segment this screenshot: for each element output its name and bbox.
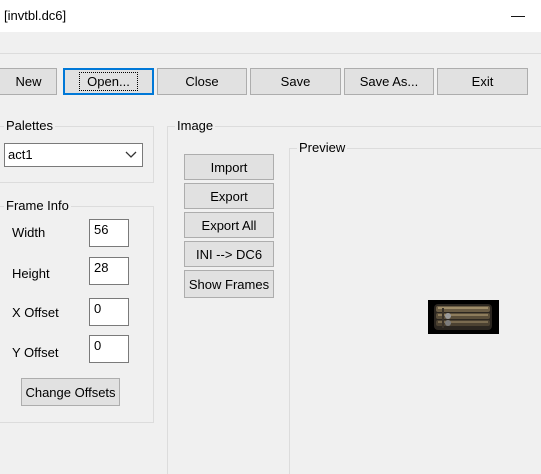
title-bar: [invtbl.dc6] — xyxy=(0,0,541,32)
save-button-label: Save xyxy=(280,74,311,89)
x-offset-field[interactable]: 0 xyxy=(89,298,129,326)
export-all-button-label: Export All xyxy=(201,217,257,233)
dc6-frame-preview xyxy=(428,300,499,334)
width-field[interactable]: 56 xyxy=(89,219,129,247)
exit-button[interactable]: Exit xyxy=(437,68,528,95)
preview-group xyxy=(289,148,541,474)
change-offsets-button-label: Change Offsets xyxy=(25,384,116,400)
x-offset-label: X Offset xyxy=(12,305,59,320)
export-all-button[interactable]: Export All xyxy=(184,212,274,238)
palette-select[interactable]: act1 xyxy=(4,143,143,167)
palette-select-value: act1 xyxy=(8,147,33,162)
new-button[interactable]: New xyxy=(0,68,57,95)
save-button[interactable]: Save xyxy=(250,68,341,95)
preview-group-label: Preview xyxy=(297,140,348,155)
exit-button-label: Exit xyxy=(471,74,494,89)
y-offset-label: Y Offset xyxy=(12,345,59,360)
height-field[interactable]: 28 xyxy=(89,257,129,285)
close-button-label: Close xyxy=(185,74,219,89)
frame-info-group-label: Frame Info xyxy=(4,198,71,213)
chevron-down-icon xyxy=(125,151,137,158)
import-button-label: Import xyxy=(210,159,248,175)
ini-to-dc6-button-label: INI --> DC6 xyxy=(195,246,263,262)
show-frames-button-label: Show Frames xyxy=(188,276,270,292)
height-label: Height xyxy=(12,266,50,281)
image-group-label: Image xyxy=(175,118,216,133)
y-offset-field[interactable]: 0 xyxy=(89,335,129,363)
save-as-button-label: Save As... xyxy=(359,74,419,89)
minimize-button[interactable]: — xyxy=(495,0,541,32)
close-button[interactable]: Close xyxy=(157,68,247,95)
change-offsets-button[interactable]: Change Offsets xyxy=(21,378,120,406)
open-button-label: Open... xyxy=(79,72,138,91)
palettes-group-label: Palettes xyxy=(4,118,55,133)
export-button-label: Export xyxy=(210,188,248,204)
menu-separator xyxy=(0,53,541,54)
show-frames-button[interactable]: Show Frames xyxy=(184,270,274,298)
export-button[interactable]: Export xyxy=(184,183,274,209)
window-title: [invtbl.dc6] xyxy=(4,8,67,23)
ini-to-dc6-button[interactable]: INI --> DC6 xyxy=(184,241,274,267)
open-button[interactable]: Open... xyxy=(63,68,154,95)
save-as-button[interactable]: Save As... xyxy=(344,68,434,95)
new-button-label: New xyxy=(15,74,42,89)
width-label: Width xyxy=(12,225,46,240)
import-button[interactable]: Import xyxy=(184,154,274,180)
